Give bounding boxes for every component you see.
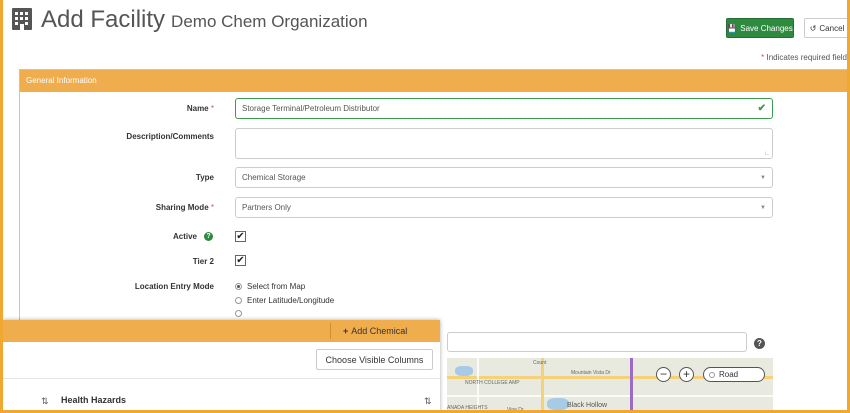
type-select[interactable]: Chemical Storage ▼: [235, 167, 773, 188]
tier2-label: Tier 2: [192, 257, 214, 266]
required-field-note: * Indicates required field: [761, 53, 847, 62]
save-changes-label: Save Changes: [740, 23, 793, 33]
map-label: NORTH COLLEGE AMP: [465, 380, 520, 386]
cancel-button[interactable]: ↺ Cancel: [804, 18, 847, 38]
health-hazards-column-header[interactable]: Health Hazards: [61, 395, 126, 405]
description-label: Description/Comments: [126, 132, 214, 141]
map-layer-select[interactable]: Road: [703, 367, 765, 382]
building-icon: [12, 8, 32, 30]
sharing-required-star: *: [210, 203, 214, 212]
type-label: Type: [195, 173, 214, 182]
page-title: Add Facility Demo Chem Organization: [41, 6, 368, 34]
organization-name: Demo Chem Organization: [171, 12, 368, 31]
name-required-star: *: [210, 104, 214, 113]
active-checkbox[interactable]: ✔: [235, 231, 246, 242]
panel-heading: General Information: [20, 70, 847, 92]
sharing-mode-label-text: Sharing Mode: [155, 203, 209, 212]
map-label: Count: [533, 360, 547, 366]
map-water: [455, 366, 473, 376]
map-label: Vine Dr: [507, 407, 524, 413]
map-road: [630, 358, 633, 410]
toolbar-divider: [330, 323, 331, 339]
sharing-mode-label: Sharing Mode *: [156, 203, 214, 212]
page: Add Facility Demo Chem Organization 💾 Sav…: [0, 0, 850, 413]
location-option-latlong[interactable]: Enter Latitude/Longitude: [235, 296, 334, 305]
map-layer-radio[interactable]: [709, 371, 715, 378]
add-chemical-button[interactable]: + Add Chemical: [343, 320, 407, 342]
radio-unselected[interactable]: [235, 310, 242, 317]
sharing-mode-select[interactable]: Partners Only ▼: [235, 197, 773, 218]
sort-icon[interactable]: ⇅: [41, 396, 49, 407]
save-icon: 💾: [727, 23, 738, 33]
sharing-mode-value: Partners Only: [242, 203, 291, 212]
caret-down-icon: ▼: [760, 204, 766, 211]
location-option-map[interactable]: Select from Map: [235, 282, 305, 291]
zoom-in-button[interactable]: +: [679, 367, 694, 382]
radio-selected[interactable]: [235, 283, 242, 290]
name-input-value: Storage Terminal/Petroleum Distributor: [242, 104, 380, 113]
type-select-value: Chemical Storage: [242, 173, 306, 182]
page-header: Add Facility Demo Chem Organization 💾 Sav…: [3, 0, 847, 46]
location-search-input[interactable]: [447, 332, 747, 352]
add-chemical-label: Add Chemical: [351, 326, 408, 336]
location-option-latlong-label: Enter Latitude/Longitude: [247, 296, 335, 305]
map-road: [541, 358, 544, 410]
active-label: Active: [172, 232, 197, 241]
save-changes-button[interactable]: 💾 Save Changes: [726, 18, 794, 38]
chemicals-panel: + Add Chemical Choose Visible Columns ⇅ …: [3, 320, 440, 410]
resize-handle-icon[interactable]: ∟: [764, 151, 770, 157]
name-label-text: Name: [186, 104, 209, 113]
map-label: Black Hollow: [567, 402, 608, 409]
plus-icon: +: [343, 326, 349, 336]
caret-down-icon: ▼: [760, 174, 766, 181]
name-label: Name *: [187, 104, 214, 113]
undo-icon: ↺: [809, 23, 817, 33]
description-textarea[interactable]: ∟: [235, 128, 773, 159]
location-help-icon[interactable]: ?: [754, 338, 765, 349]
map-label: Mountain Vista Dr: [571, 370, 611, 376]
divider: [3, 378, 440, 379]
map-road: [447, 395, 773, 397]
check-icon: ✔: [757, 103, 766, 114]
cancel-label: Cancel: [819, 23, 845, 33]
zoom-out-button[interactable]: −: [656, 367, 671, 382]
map-layer-label: Road: [719, 370, 739, 379]
radio-unselected[interactable]: [235, 297, 242, 304]
location-option-hidden[interactable]: [235, 310, 242, 317]
help-icon[interactable]: ?: [204, 232, 213, 241]
location-entry-mode-label: Location Entry Mode: [134, 282, 214, 291]
location-option-map-label: Select from Map: [247, 282, 306, 291]
page-title-text: Add Facility: [41, 6, 166, 33]
tier2-checkbox[interactable]: ✔: [235, 255, 246, 266]
sort-icon[interactable]: ⇅: [424, 396, 432, 407]
required-note-text: Indicates required field: [764, 53, 848, 62]
name-input[interactable]: Storage Terminal/Petroleum Distributor ✔: [235, 98, 773, 119]
map-water: [547, 398, 569, 410]
map-label: ANADA HEIGHTS: [447, 405, 488, 411]
choose-visible-columns-button[interactable]: Choose Visible Columns: [316, 349, 433, 370]
